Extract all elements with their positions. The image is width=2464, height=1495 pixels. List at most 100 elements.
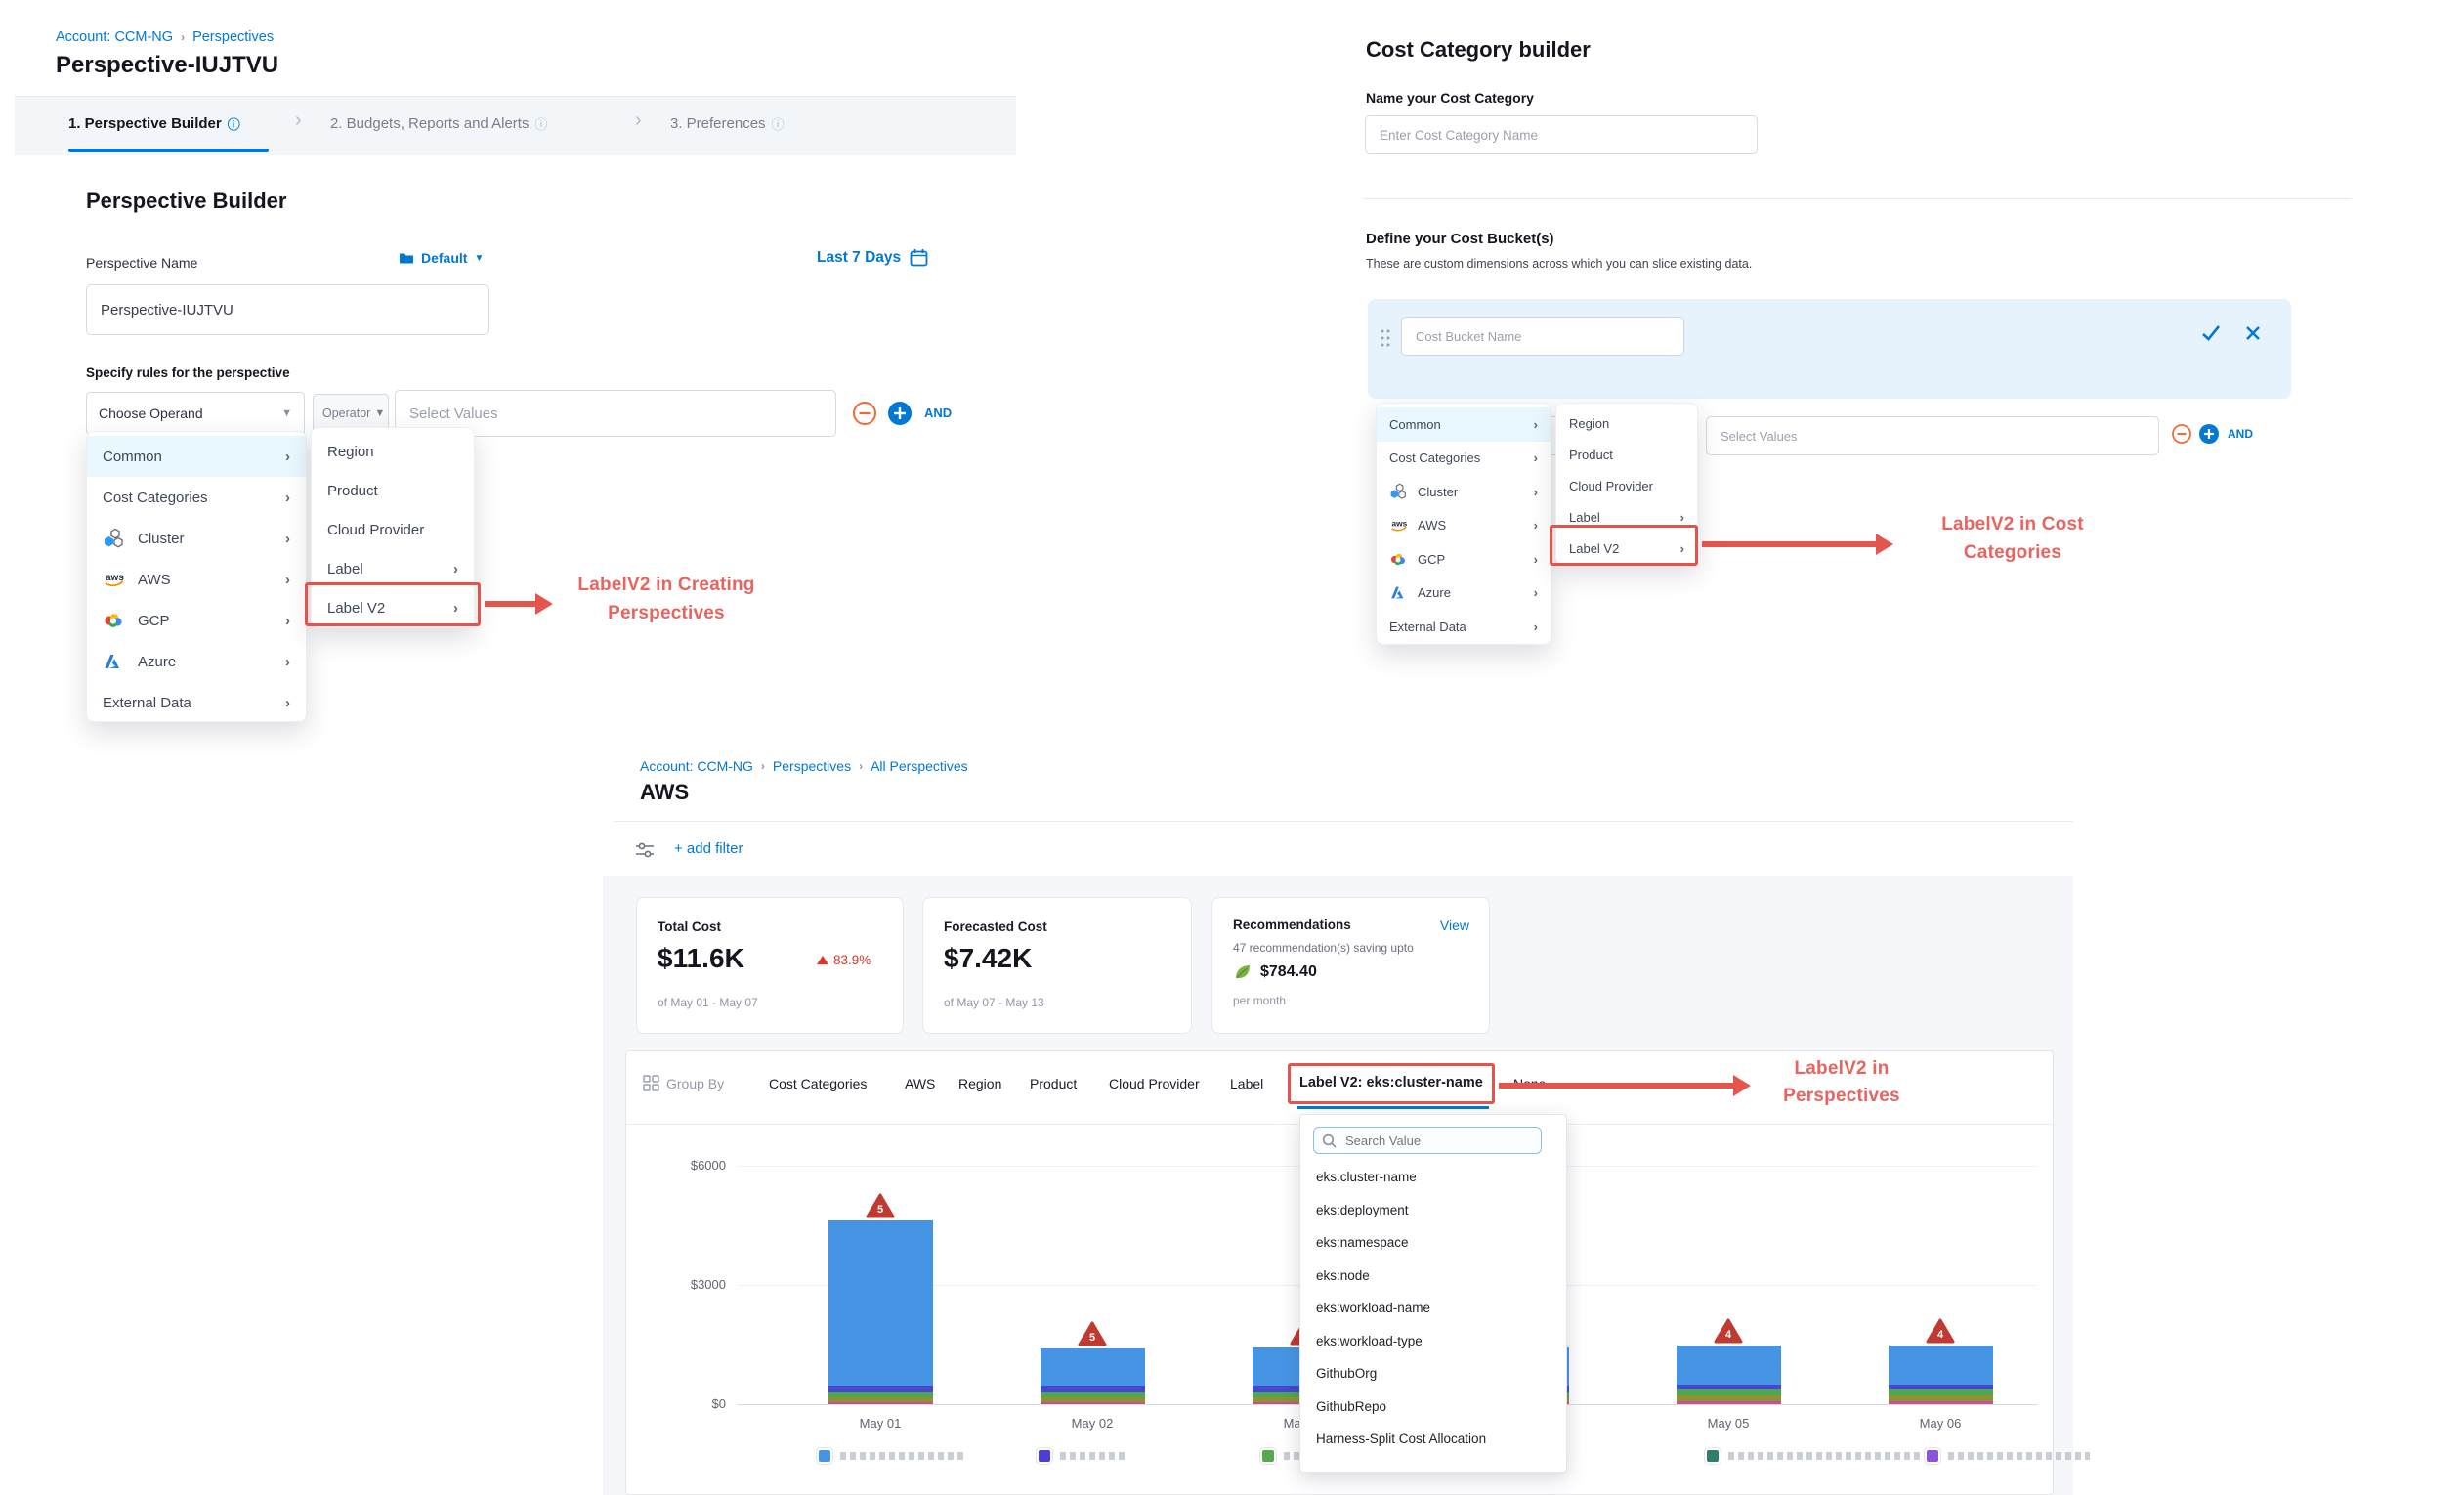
submenu-item-product[interactable]: Product <box>312 471 474 510</box>
cluster-icon <box>103 528 126 549</box>
dropdown-item-eks-workload-name[interactable]: eks:workload-name <box>1316 1301 1430 1315</box>
group-by-region[interactable]: Region <box>958 1076 1001 1091</box>
bar-segment <box>1041 1392 1145 1397</box>
bar-may-05[interactable] <box>1677 0 1781 1404</box>
tab-label: 1. Perspective Builder <box>68 115 222 132</box>
dropdown-item-eks-workload-type[interactable]: eks:workload-type <box>1316 1334 1423 1348</box>
menu-item-label: GCP <box>1418 552 1445 567</box>
menu-item-label: Cluster <box>1418 485 1458 499</box>
bar-may-06[interactable] <box>1889 0 1993 1404</box>
section-heading: Perspective Builder <box>86 189 286 214</box>
chevron-right-icon: › <box>285 572 290 588</box>
legend-swatch[interactable] <box>817 1448 832 1464</box>
menu-item-label: Cluster <box>138 531 185 547</box>
operand-menu: Common› Cost Categories› Cluster› aws AW… <box>86 431 307 722</box>
dropdown-item-eks-node[interactable]: eks:node <box>1316 1268 1370 1283</box>
menu-item-common[interactable]: Common› <box>87 436 306 477</box>
submenu-item-label: Label <box>327 561 363 577</box>
bar-segment <box>1041 1397 1145 1401</box>
annotation-arrow <box>1702 530 1895 559</box>
confirm-check-icon[interactable] <box>2200 322 2222 344</box>
search-icon <box>1322 1133 1337 1148</box>
rules-label: Specify rules for the perspective <box>86 365 290 380</box>
menu-item-cost-categories[interactable]: Cost Categories› <box>87 477 306 518</box>
dropdown-item-githuborg[interactable]: GithubOrg <box>1316 1366 1377 1381</box>
menu-item-cost-categories[interactable]: Cost Categories› <box>1377 442 1551 476</box>
menu-item-azure[interactable]: Azure› <box>87 641 306 682</box>
submenu-item-region[interactable]: Region <box>1556 407 1697 439</box>
submenu-item-product[interactable]: Product <box>1556 439 1697 470</box>
cc-add-rule-button[interactable] <box>2198 423 2220 445</box>
menu-item-label: AWS <box>138 572 171 588</box>
bar-may-02[interactable] <box>1041 0 1145 1404</box>
breadcrumb-perspectives-link[interactable]: Perspectives <box>192 29 274 45</box>
submenu-item-label: Product <box>1569 448 1613 462</box>
menu-item-external-data[interactable]: External Data› <box>1377 610 1551 644</box>
operand-select[interactable]: Choose Operand▼ <box>86 392 305 435</box>
menu-item-external-data[interactable]: External Data › <box>87 682 306 723</box>
menu-item-common[interactable]: Common› <box>1377 407 1551 442</box>
chevron-right-icon: › <box>1534 585 1538 600</box>
tab-budgets-reports-alerts[interactable]: 2. Budgets, Reports and Alertsⓘ <box>330 114 547 133</box>
legend-swatch[interactable] <box>1037 1448 1052 1464</box>
menu-item-label: Cost Categories <box>1389 450 1480 465</box>
drag-handle-icon[interactable] <box>1380 328 1391 348</box>
folder-label: Default <box>421 250 467 266</box>
anomaly-badge[interactable]: 5 <box>866 1193 895 1223</box>
chevron-right-icon: › <box>285 695 290 711</box>
submenu-item-region[interactable]: Region <box>312 432 474 471</box>
menu-item-gcp[interactable]: GCP› <box>1377 542 1551 577</box>
highlight-box-label-v2-perspective <box>305 582 481 626</box>
annotation-line: LabelV2 in <box>1754 1055 1930 1083</box>
menu-item-label: AWS <box>1418 518 1446 533</box>
annotation-arrow <box>1499 1071 1753 1100</box>
leaf-icon <box>1233 962 1253 982</box>
forecasted-cost-value: $7.42K <box>944 943 1032 974</box>
folder-selector[interactable]: Default ▼ <box>399 250 484 266</box>
bar-segment <box>828 1397 933 1401</box>
search-input[interactable] <box>1343 1132 1523 1149</box>
gcp-icon <box>103 610 126 631</box>
dropdown-item-eks-deployment[interactable]: eks:deployment <box>1316 1203 1409 1217</box>
cc-remove-rule-button[interactable] <box>2171 423 2192 445</box>
anomaly-badge[interactable]: 4 <box>1714 1318 1743 1348</box>
menu-item-cluster[interactable]: Cluster› <box>1377 475 1551 509</box>
legend-swatch[interactable] <box>1925 1448 1940 1464</box>
perspective-name-label: Perspective Name <box>86 255 197 271</box>
breadcrumb-account-link[interactable]: Account: CCM-NG <box>640 758 753 774</box>
bar-segment <box>828 1220 933 1386</box>
filter-icon[interactable] <box>635 841 655 859</box>
active-tab-underline <box>68 149 269 152</box>
cc-and-button[interactable]: AND <box>2228 427 2253 441</box>
anomaly-badge[interactable]: 4 <box>1926 1318 1955 1348</box>
dropdown-item-harness-split-cost-allocation[interactable]: Harness-Split Cost Allocation <box>1316 1431 1486 1446</box>
svg-text:5: 5 <box>877 1204 883 1216</box>
tab-preferences[interactable]: 3. Preferencesⓘ <box>670 114 785 133</box>
search-field[interactable] <box>1313 1127 1542 1154</box>
legend-swatch[interactable] <box>1705 1448 1721 1464</box>
anomaly-badge[interactable]: 5 <box>1078 1321 1107 1351</box>
annotation-line: Perspectives <box>539 599 793 627</box>
menu-item-cluster[interactable]: Cluster› <box>87 518 306 559</box>
close-icon[interactable] <box>2243 323 2263 343</box>
submenu-item-cloud-provider[interactable]: Cloud Provider <box>312 510 474 549</box>
tab-perspective-builder[interactable]: 1. Perspective Builderⓘ <box>68 114 240 133</box>
perspective-name-field[interactable] <box>86 284 489 335</box>
menu-item-aws[interactable]: aws AWS › <box>87 559 306 600</box>
menu-item-gcp[interactable]: GCP› <box>87 600 306 641</box>
menu-item-label: External Data <box>103 695 191 711</box>
dropdown-item-eks-namespace[interactable]: eks:namespace <box>1316 1235 1409 1250</box>
bar-segment <box>1677 1389 1781 1394</box>
dropdown-item-githubrepo[interactable]: GithubRepo <box>1316 1399 1386 1414</box>
perspective-name-input[interactable] <box>87 302 488 319</box>
values-input[interactable] <box>396 406 835 422</box>
menu-item-aws[interactable]: aws AWS› <box>1377 509 1551 543</box>
aws-icon: aws <box>103 569 126 590</box>
add-filter-button[interactable]: + add filter <box>674 840 743 857</box>
menu-item-azure[interactable]: Azure› <box>1377 577 1551 611</box>
submenu-item-cloud-provider[interactable]: Cloud Provider <box>1556 470 1697 501</box>
legend-swatch[interactable] <box>1260 1448 1276 1464</box>
breadcrumb-account-link[interactable]: Account: CCM-NG <box>56 29 173 45</box>
dropdown-item-eks-cluster-name[interactable]: eks:cluster-name <box>1316 1170 1417 1184</box>
chevron-right-icon: › <box>453 561 458 577</box>
